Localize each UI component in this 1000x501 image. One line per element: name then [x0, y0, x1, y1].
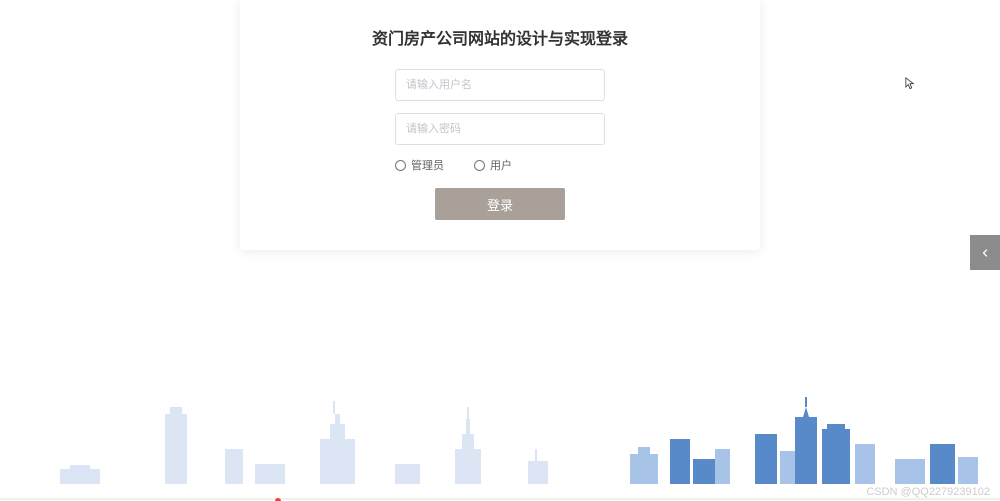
radio-admin[interactable]: 管理员	[395, 157, 444, 173]
role-radio-group: 管理员 用户	[395, 157, 700, 173]
radio-admin-label: 管理员	[411, 157, 444, 173]
login-card: 资门房产公司网站的设计与实现登录 管理员 用户 登录	[240, 0, 760, 250]
chevron-left-icon	[979, 247, 991, 259]
cursor-icon	[905, 77, 915, 91]
password-input[interactable]	[395, 113, 605, 145]
login-button[interactable]: 登录	[435, 188, 565, 220]
radio-user[interactable]: 用户	[474, 157, 512, 173]
watermark-text: CSDN @QQ2279239102	[866, 486, 990, 498]
side-collapse-tab[interactable]	[970, 235, 1000, 270]
skyline-decoration	[0, 389, 1000, 484]
radio-admin-input[interactable]	[395, 160, 406, 171]
username-input[interactable]	[395, 69, 605, 101]
radio-user-input[interactable]	[474, 160, 485, 171]
radio-user-label: 用户	[490, 157, 512, 173]
login-title: 资门房产公司网站的设计与实现登录	[300, 25, 700, 49]
